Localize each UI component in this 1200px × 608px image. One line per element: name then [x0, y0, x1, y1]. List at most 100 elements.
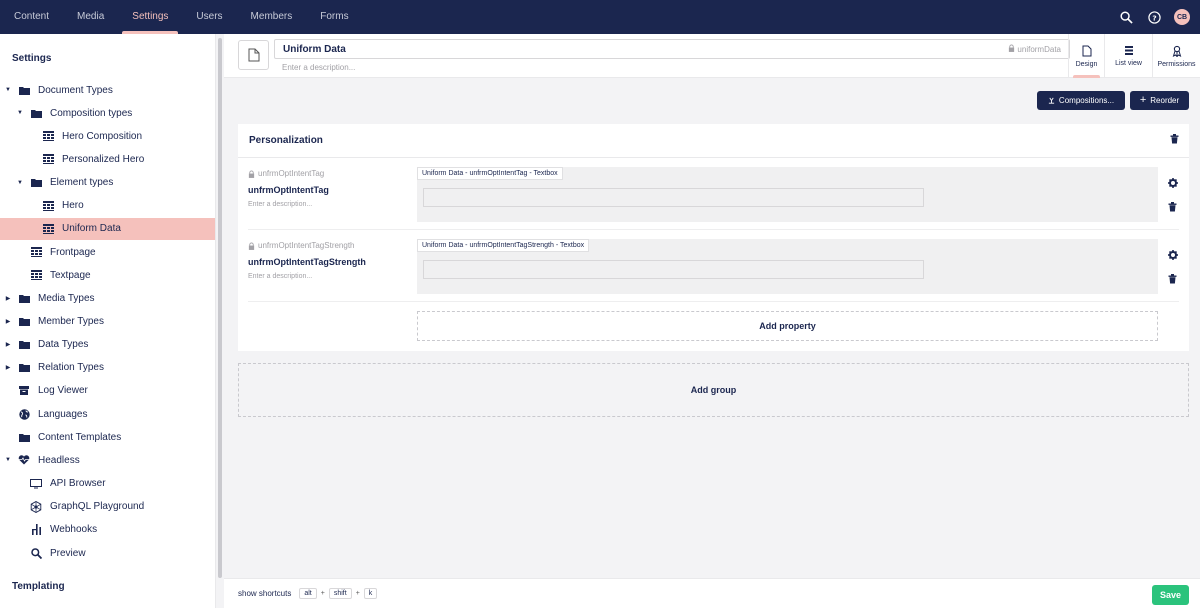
caret-right-icon[interactable]: ▶: [4, 318, 12, 325]
sidebar-resizer[interactable]: [216, 34, 224, 608]
sidebar-item-frontpage[interactable]: Frontpage: [0, 241, 215, 263]
folder-icon: [18, 316, 30, 328]
sidebar-item-label: Hero Composition: [62, 130, 143, 142]
nav-users[interactable]: Users: [182, 0, 236, 34]
delete-property-icon[interactable]: [1168, 274, 1178, 287]
sidebar-item-hero[interactable]: Hero: [0, 195, 215, 217]
nav-forms[interactable]: Forms: [306, 0, 362, 34]
sidebar-item-label: Data Types: [38, 339, 89, 351]
nav-media[interactable]: Media: [63, 0, 118, 34]
sidebar-item-graphql-playground[interactable]: GraphQL Playground: [0, 496, 215, 518]
sidebar-item-data-types[interactable]: ▶ Data Types: [0, 334, 215, 356]
property-editor-preview[interactable]: Uniform Data - unfrmOptIntentTagStrength…: [417, 239, 1158, 294]
sidebar-item-document-types[interactable]: ▼ Document Types: [0, 79, 215, 101]
sidebar-item-element-types[interactable]: ▼ Element types: [0, 172, 215, 194]
caret-right-icon[interactable]: ▶: [4, 364, 12, 371]
property-name[interactable]: unfrmOptIntentTagStrength: [248, 257, 366, 267]
add-group-button[interactable]: Add group: [238, 363, 1189, 417]
shortcut-key: alt: [299, 588, 317, 599]
top-navigation: Content Media Settings Users Members For…: [0, 0, 1200, 34]
app-list-view[interactable]: List view: [1104, 34, 1152, 78]
compositions-button[interactable]: Compositions...: [1037, 91, 1125, 110]
caret-down-icon[interactable]: ▼: [4, 457, 12, 463]
heart-icon: [18, 454, 30, 466]
save-button[interactable]: Save: [1152, 585, 1189, 605]
property-description[interactable]: Enter a description...: [248, 273, 312, 280]
nav-members[interactable]: Members: [237, 0, 307, 34]
scrollbar[interactable]: [218, 38, 222, 578]
caret-down-icon[interactable]: ▼: [16, 180, 24, 186]
sidebar-item-webhooks[interactable]: Webhooks: [0, 519, 215, 541]
section-nav: Content Media Settings Users Members For…: [0, 0, 363, 34]
sidebar-section-templating: Templating: [12, 581, 65, 592]
monitor-icon: [30, 478, 42, 490]
nav-content[interactable]: Content: [0, 0, 63, 34]
sidebar-item-personalized-hero[interactable]: Personalized Hero: [0, 148, 215, 170]
app-design[interactable]: Design: [1068, 34, 1104, 78]
delete-group-icon[interactable]: [1170, 134, 1179, 147]
sidebar-item-media-types[interactable]: ▶ Media Types: [0, 287, 215, 309]
shortcut-key: shift: [328, 588, 352, 599]
search-icon[interactable]: [1118, 9, 1134, 25]
sidebar-item-content-templates[interactable]: Content Templates: [0, 426, 215, 448]
folder-icon: [30, 107, 42, 119]
property-description[interactable]: Enter a description...: [248, 201, 312, 208]
sidebar-item-composition-types[interactable]: ▼ Composition types: [0, 102, 215, 124]
caret-down-icon[interactable]: ▼: [16, 110, 24, 116]
sidebar-title: Settings: [12, 53, 52, 64]
alias-value: uniformData: [1017, 45, 1061, 54]
folder-icon: [18, 431, 30, 443]
sidebar-item-label: Personalized Hero: [62, 153, 145, 165]
delete-property-icon[interactable]: [1168, 202, 1178, 215]
sidebar-item-label: GraphQL Playground: [50, 501, 145, 513]
sidebar-item-uniform-data[interactable]: Uniform Data: [0, 217, 215, 240]
alias-field[interactable]: uniformData: [1008, 44, 1061, 54]
settings-gear-icon[interactable]: [1168, 250, 1178, 263]
app-permissions[interactable]: Permissions: [1152, 34, 1200, 78]
sidebar-item-log-viewer[interactable]: Log Viewer: [0, 380, 215, 402]
nav-settings[interactable]: Settings: [118, 0, 182, 34]
sidebar-item-label: Uniform Data: [62, 223, 121, 235]
sidebar-item-member-types[interactable]: ▶ Member Types: [0, 311, 215, 333]
sidebar-item-relation-types[interactable]: ▶ Relation Types: [0, 357, 215, 379]
avatar[interactable]: CB: [1174, 9, 1190, 25]
settings-gear-icon[interactable]: [1168, 178, 1178, 191]
group-divider: [238, 157, 1189, 158]
add-property-button[interactable]: Add property: [417, 311, 1158, 341]
document-type-icon-picker[interactable]: [238, 40, 269, 70]
sidebar-item-label: Languages: [38, 408, 88, 420]
folder-icon: [18, 292, 30, 304]
grid-icon: [42, 130, 54, 142]
sidebar-item-label: Textpage: [50, 269, 91, 281]
sidebar-item-languages[interactable]: Languages: [0, 403, 215, 425]
reorder-button[interactable]: + Reorder: [1130, 91, 1189, 110]
sidebar-item-api-browser[interactable]: API Browser: [0, 473, 215, 495]
group-title[interactable]: Personalization: [249, 135, 323, 146]
compositions-icon: [1048, 97, 1055, 104]
help-icon[interactable]: ?: [1146, 9, 1162, 25]
folder-icon: [18, 84, 30, 96]
property-name[interactable]: unfrmOptIntentTag: [248, 185, 329, 195]
permissions-icon: [1172, 45, 1181, 57]
property-alias: unfrmOptIntentTag: [248, 169, 324, 178]
textbox-preview: [423, 260, 924, 279]
caret-right-icon[interactable]: ▶: [4, 295, 12, 302]
show-shortcuts-link[interactable]: show shortcuts: [238, 589, 291, 598]
sidebar-item-hero-composition[interactable]: Hero Composition: [0, 125, 215, 147]
grid-icon: [42, 223, 54, 235]
property-editor-preview[interactable]: Uniform Data - unfrmOptIntentTag - Textb…: [417, 167, 1158, 222]
description-input[interactable]: Enter a description...: [282, 63, 355, 72]
shortcut-key: k: [363, 588, 378, 599]
caret-right-icon[interactable]: ▶: [4, 341, 12, 348]
editor-footer: show shortcuts alt + shift + k: [224, 578, 1200, 608]
name-field[interactable]: Uniform Data uniformData: [274, 39, 1070, 59]
grid-icon: [30, 269, 42, 281]
box-icon: [18, 385, 30, 397]
search-icon: [30, 547, 42, 559]
sidebar-item-textpage[interactable]: Textpage: [0, 264, 215, 286]
sidebar-item-label: Relation Types: [38, 362, 104, 374]
sidebar-item-headless[interactable]: ▼ Headless: [0, 449, 215, 471]
content-apps: Design List view Permissions: [1068, 34, 1200, 78]
caret-down-icon[interactable]: ▼: [4, 87, 12, 93]
sidebar-item-preview[interactable]: Preview: [0, 542, 215, 564]
